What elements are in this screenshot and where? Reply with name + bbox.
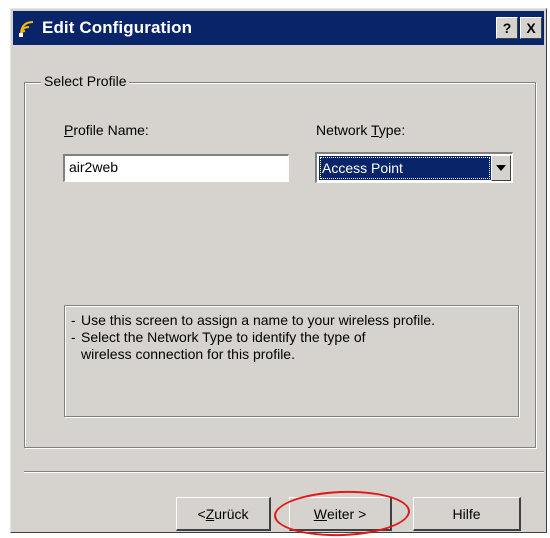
profile-name-label: Profile Name: — [64, 122, 149, 138]
group-legend: Select Profile — [41, 73, 130, 89]
window-title: Edit Configuration — [42, 18, 193, 37]
help-title-button[interactable]: ? — [496, 17, 518, 39]
profile-name-input[interactable]: air2web — [63, 154, 289, 182]
close-title-button[interactable]: X — [520, 17, 542, 39]
next-button[interactable]: Weiter > — [289, 497, 392, 531]
network-type-select[interactable]: Access Point — [315, 152, 513, 183]
help-line-2: Select the Network Type to identify the … — [81, 329, 366, 345]
help-line-1: Use this screen to assign a name to your… — [81, 312, 436, 328]
help-description-box: - Use this screen to assign a name to you… — [64, 305, 519, 417]
network-type-selected[interactable]: Access Point — [319, 156, 491, 180]
chevron-down-icon — [496, 165, 506, 171]
dropdown-button[interactable] — [491, 155, 511, 181]
network-type-label: Network Type: — [316, 122, 406, 138]
wireless-signal-icon — [17, 17, 39, 39]
help-line-3: wireless connection for this profile. — [81, 346, 295, 362]
help-button[interactable]: Hilfe — [413, 497, 521, 531]
edit-configuration-dialog: Edit Configuration ? X Select Profile Pr… — [10, 8, 547, 538]
back-button[interactable]: < Zurück — [176, 497, 271, 531]
button-separator — [24, 471, 544, 473]
title-bar[interactable]: Edit Configuration ? X — [13, 11, 544, 45]
